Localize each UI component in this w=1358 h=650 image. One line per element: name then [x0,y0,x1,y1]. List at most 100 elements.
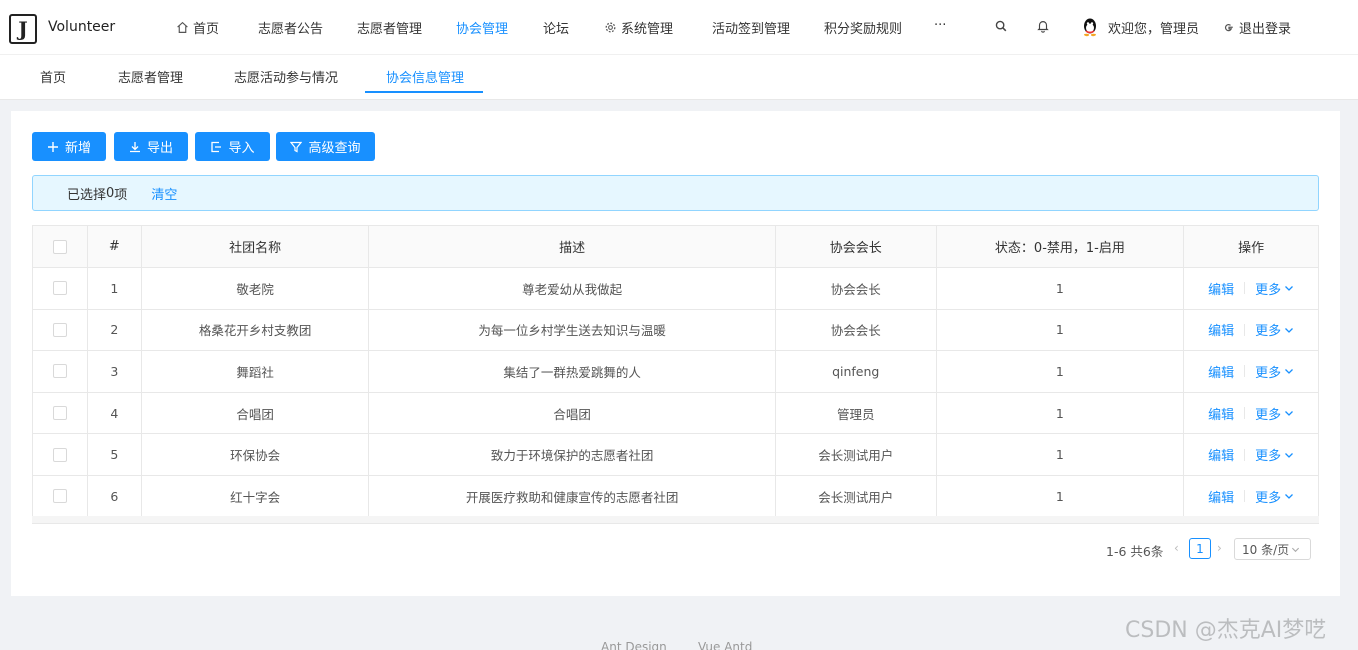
table-row[interactable]: 3 舞蹈社 集结了一群热爱跳舞的人 qinfeng 1 编辑 更多 [33,351,1318,393]
action-divider [1244,323,1246,336]
clear-selection-link[interactable]: 清空 [151,184,177,203]
tab-activity-participation[interactable]: 志愿活动参与情况 [234,67,338,86]
header-leader[interactable]: 协会会长 [776,226,937,267]
more-label: 更多 [1255,324,1282,340]
row-description: 尊老爱幼从我做起 [369,268,776,309]
advanced-search-label: 高级查询 [308,141,361,156]
selection-alert: 已选择 0 项 清空 [32,175,1319,211]
row-select-cell [33,475,88,517]
tab-association-info[interactable]: 协会信息管理 [386,67,464,86]
row-checkbox[interactable] [52,447,67,462]
nav-checkin-management[interactable]: 活动签到管理 [712,18,790,37]
table-row[interactable]: 6 红十字会 开展医疗救助和健康宣传的志愿者社团 会长测试用户 1 编辑 更多 [33,475,1318,518]
top-header: J Volunteer 首页 志愿者公告 志愿者管理 协会管理 论坛 系统管理 … [0,0,1358,54]
search-icon[interactable] [994,19,1008,33]
table-row[interactable]: 5 环保协会 致力于环境保护的志愿者社团 会长测试用户 1 编辑 更多 [33,434,1318,476]
table-row[interactable]: 4 合唱团 合唱团 管理员 1 编辑 更多 [33,392,1318,435]
prev-page-icon[interactable]: ‹ [1174,541,1179,555]
row-checkbox[interactable] [52,489,67,504]
nav-forum[interactable]: 论坛 [543,18,569,37]
chevron-down-icon [1285,411,1294,416]
header-select-all [33,226,88,267]
row-select-cell [33,434,88,475]
row-actions: 编辑 更多 [1184,268,1318,309]
row-index: 3 [88,351,142,392]
nav-volunteer-management[interactable]: 志愿者管理 [357,18,422,37]
table-row[interactable]: 2 格桑花开乡村支教团 为每一位乡村学生送去知识与温暖 协会会长 1 编辑 更多 [33,309,1318,352]
select-all-checkbox[interactable] [52,239,67,254]
bell-icon[interactable] [1036,19,1050,33]
nav-more[interactable]: ··· [934,18,946,33]
chevron-down-icon [1292,547,1300,552]
nav-announcements[interactable]: 志愿者公告 [258,18,323,37]
edit-link[interactable]: 编辑 [1208,487,1234,506]
more-dropdown[interactable]: 更多 [1255,487,1294,506]
chevron-down-icon [1285,286,1294,292]
row-actions: 编辑 更多 [1184,393,1318,434]
header-description[interactable]: 描述 [369,226,776,267]
import-icon [211,141,222,152]
logout-button[interactable]: 退出登录 [1223,18,1291,37]
header-name[interactable]: 社团名称 [142,226,370,267]
next-page-icon[interactable]: › [1217,541,1222,555]
import-button[interactable]: 导入 [195,132,270,161]
plus-icon [47,141,58,152]
row-description: 合唱团 [369,392,776,434]
nav-system-management-label: 系统管理 [621,22,674,37]
row-leader: 管理员 [776,392,937,434]
page-size-select[interactable]: 10 条/页 [1234,538,1311,560]
row-action-group: 编辑 更多 [1208,487,1294,506]
footer-link-ant-design[interactable]: Ant Design [601,640,667,650]
nav-system-management[interactable]: 系统管理 [604,18,673,37]
header-index: # [88,226,142,267]
edit-link[interactable]: 编辑 [1208,404,1234,423]
row-checkbox[interactable] [52,322,67,337]
row-checkbox[interactable] [52,406,67,421]
row-status: 1 [937,434,1185,475]
edit-link[interactable]: 编辑 [1208,445,1234,464]
more-label: 更多 [1255,365,1282,381]
row-checkbox[interactable] [52,364,67,379]
table-row[interactable]: 1 敬老院 尊老爱幼从我做起 协会会长 1 编辑 更多 [33,268,1318,310]
watermark: CSDN @杰克AI梦呓 [1125,618,1327,643]
edit-link[interactable]: 编辑 [1208,279,1234,298]
row-leader: 会长测试用户 [776,434,937,475]
more-dropdown[interactable]: 更多 [1255,404,1294,423]
header-status[interactable]: 状态：0-禁用，1-启用 [937,226,1185,267]
export-button-label: 导出 [146,141,173,156]
action-divider [1244,448,1246,461]
advanced-search-button[interactable]: 高级查询 [276,132,375,161]
row-action-group: 编辑 更多 [1208,362,1294,381]
chevron-down-icon [1285,369,1294,375]
export-button[interactable]: 导出 [114,132,188,161]
nav-association-management[interactable]: 协会管理 [456,18,508,37]
table-horizontal-scrollbar[interactable] [32,516,1319,524]
row-checkbox[interactable] [52,281,67,296]
user-menu[interactable]: 欢迎您，管理员 [1080,17,1199,37]
header-actions: 操作 [1238,241,1265,256]
app-logo[interactable]: J [9,14,37,44]
row-status: 1 [937,268,1185,309]
logout-label: 退出登录 [1239,22,1292,37]
tab-volunteer-management[interactable]: 志愿者管理 [118,67,183,86]
row-select-cell [33,351,88,392]
edit-link[interactable]: 编辑 [1208,362,1234,381]
edit-link[interactable]: 编辑 [1208,320,1234,339]
row-index: 2 [88,309,142,351]
more-dropdown[interactable]: 更多 [1255,320,1294,339]
nav-home[interactable]: 首页 [176,18,219,37]
row-name: 格桑花开乡村支教团 [142,309,370,351]
tab-home[interactable]: 首页 [40,67,66,86]
current-page-button[interactable]: 1 [1189,538,1211,559]
footer-link-vue-antd[interactable]: Vue Antd [698,640,752,650]
row-action-group: 编辑 更多 [1208,445,1294,464]
row-name: 环保协会 [142,434,370,475]
table-body: 1 敬老院 尊老爱幼从我做起 协会会长 1 编辑 更多 2 格桑花开乡村支教团 … [33,268,1318,518]
more-dropdown[interactable]: 更多 [1255,445,1294,464]
add-button[interactable]: 新增 [32,132,106,161]
nav-points-rules[interactable]: 积分奖励规则 [824,18,902,37]
more-label: 更多 [1255,282,1282,298]
more-dropdown[interactable]: 更多 [1255,362,1294,381]
more-dropdown[interactable]: 更多 [1255,279,1294,298]
selection-prefix: 已选择 [67,187,107,203]
